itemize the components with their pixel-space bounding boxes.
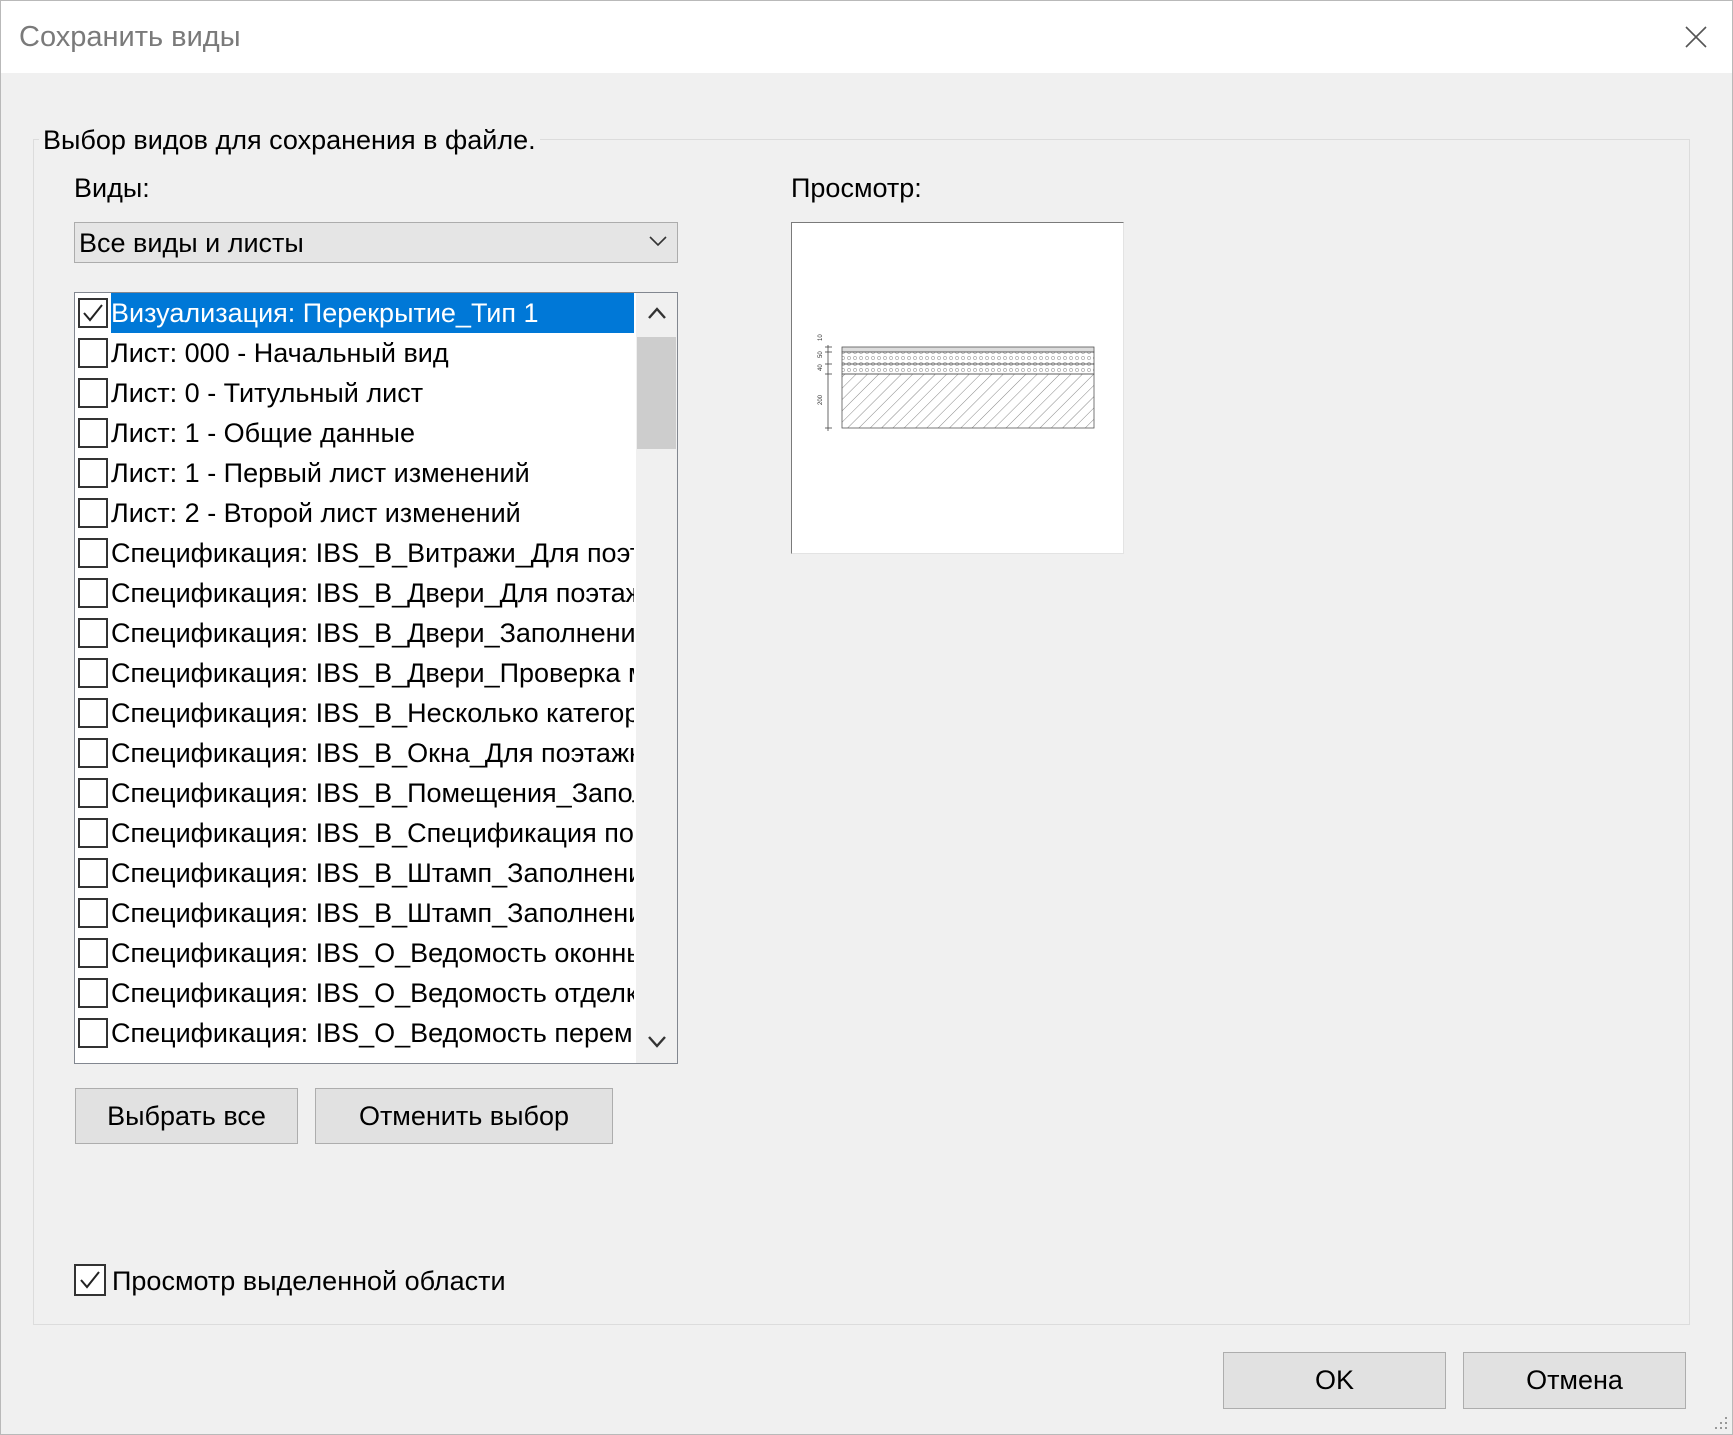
dimension-label: 200 [818, 394, 824, 405]
dimension-label: 40 [818, 364, 824, 371]
ok-button[interactable]: OK [1223, 1352, 1446, 1409]
list-item-label: Спецификация: IBS_В_Штамп_Заполнение [111, 898, 634, 928]
list-item-label: Спецификация: IBS_О_Ведомость отделки [111, 978, 634, 1008]
floor-section-preview: 10 50 40 200 [818, 334, 1095, 431]
item-checkbox[interactable] [78, 978, 108, 1008]
list-item[interactable]: Спецификация: IBS_О_Ведомость отделки [75, 973, 634, 1013]
checkbox[interactable] [74, 1264, 106, 1296]
resize-grip-icon[interactable] [1714, 1416, 1728, 1430]
item-checkbox[interactable] [78, 298, 108, 328]
list-item-label: Спецификация: IBS_В_Двери_Заполнение [111, 618, 634, 648]
list-item-label: Спецификация: IBS_В_Окна_Для поэтажны [111, 738, 634, 768]
list-item-label: Спецификация: IBS_В_Помещения_Заполн [111, 778, 634, 808]
list-item[interactable]: Лист: 0 - Титульный лист [75, 373, 634, 413]
list-item[interactable]: Лист: 000 - Начальный вид [75, 333, 634, 373]
list-item[interactable]: Лист: 1 - Общие данные [75, 413, 634, 453]
item-checkbox[interactable] [78, 898, 108, 928]
views-filter-value: Все виды и листы [79, 228, 304, 258]
list-item[interactable]: Спецификация: IBS_О_Ведомость оконных [75, 933, 634, 973]
checkmark-icon [80, 1271, 100, 1289]
list-item[interactable]: Спецификация: IBS_В_Двери_Проверка ма [75, 653, 634, 693]
preview-selection-label: Просмотр выделенной области [112, 1266, 506, 1296]
list-item[interactable]: Визуализация: Перекрытие_Тип 1 [75, 293, 634, 333]
group-caption: Выбор видов для сохранения в файле. [39, 125, 540, 156]
close-button[interactable] [1660, 1, 1732, 73]
vertical-scrollbar[interactable] [636, 293, 677, 1063]
list-item-label: Спецификация: IBS_В_Штамп_Заполнение [111, 858, 634, 888]
window-title: Сохранить виды [19, 21, 241, 53]
scroll-thumb[interactable] [637, 337, 676, 449]
list-item-label: Спецификация: IBS_В_Двери_Проверка ма [111, 658, 634, 688]
list-item-label: Лист: 1 - Первый лист изменений [111, 458, 530, 488]
list-item[interactable]: Спецификация: IBS_В_Спецификация поме [75, 813, 634, 853]
list-item[interactable]: Спецификация: IBS_О_Ведомость перемы [75, 1013, 634, 1053]
views-filter-dropdown[interactable]: Все виды и листы [74, 222, 678, 263]
preview-pane: 10 50 40 200 [791, 222, 1124, 554]
item-checkbox[interactable] [78, 1018, 108, 1048]
item-checkbox[interactable] [78, 498, 108, 528]
list-item-label: Лист: 000 - Начальный вид [111, 338, 449, 368]
item-checkbox[interactable] [78, 418, 108, 448]
dimension-label: 50 [818, 351, 824, 358]
scroll-down-button[interactable] [636, 1022, 677, 1063]
list-item-label: Лист: 2 - Второй лист изменений [111, 498, 521, 528]
scroll-up-button[interactable] [636, 293, 677, 334]
item-checkbox[interactable] [78, 698, 108, 728]
checkmark-icon [83, 304, 103, 322]
save-views-dialog: Сохранить виды Выбор видов для сохранени… [0, 0, 1733, 1435]
item-checkbox[interactable] [78, 738, 108, 768]
chevron-down-icon [648, 1036, 666, 1048]
item-checkbox[interactable] [78, 818, 108, 848]
item-checkbox[interactable] [78, 858, 108, 888]
chevron-down-icon [649, 236, 667, 247]
item-checkbox[interactable] [78, 538, 108, 568]
item-checkbox[interactable] [78, 938, 108, 968]
views-label: Виды: [74, 173, 150, 203]
item-checkbox[interactable] [78, 578, 108, 608]
list-item[interactable]: Лист: 2 - Второй лист изменений [75, 493, 634, 533]
list-item[interactable]: Спецификация: IBS_В_Двери_Для поэтажн [75, 573, 634, 613]
item-checkbox[interactable] [78, 778, 108, 808]
title-bar: Сохранить виды [1, 1, 1732, 73]
list-item[interactable]: Спецификация: IBS_В_Двери_Заполнение [75, 613, 634, 653]
list-item-label: Лист: 1 - Общие данные [111, 418, 415, 448]
list-item[interactable]: Лист: 1 - Первый лист изменений [75, 453, 634, 493]
views-checklist[interactable]: Визуализация: Перекрытие_Тип 1 Лист: 000 … [74, 292, 678, 1064]
views-list-items: Визуализация: Перекрытие_Тип 1 Лист: 000 … [75, 293, 634, 1063]
list-item[interactable]: Спецификация: IBS_В_Штамп_Заполнение [75, 853, 634, 893]
list-item-label: Спецификация: IBS_В_Спецификация поме [111, 818, 634, 848]
list-item-label: Спецификация: IBS_В_Двери_Для поэтажн [111, 578, 634, 608]
list-item-label: Спецификация: IBS_В_Витражи_Для поэта [111, 538, 634, 568]
list-item-label: Лист: 0 - Титульный лист [111, 378, 424, 408]
item-checkbox[interactable] [78, 378, 108, 408]
dimension-label: 10 [818, 334, 824, 341]
chevron-up-icon [648, 307, 666, 319]
list-item-label: Спецификация: IBS_О_Ведомость оконных [111, 938, 634, 968]
list-item[interactable]: Спецификация: IBS_В_Несколько категорий [75, 693, 634, 733]
list-item-label: Спецификация: IBS_О_Ведомость перемы [111, 1018, 634, 1048]
list-item[interactable]: Спецификация: IBS_В_Штамп_Заполнение [75, 893, 634, 933]
select-all-button[interactable]: Выбрать все [75, 1088, 298, 1144]
list-item[interactable]: Спецификация: IBS_В_Витражи_Для поэта [75, 533, 634, 573]
item-checkbox[interactable] [78, 618, 108, 648]
list-item-label: Визуализация: Перекрытие_Тип 1 [111, 293, 634, 333]
list-item-label: Спецификация: IBS_В_Несколько категорий [111, 698, 634, 728]
list-item[interactable]: Спецификация: IBS_В_Помещения_Заполн [75, 773, 634, 813]
item-checkbox[interactable] [78, 458, 108, 488]
item-checkbox[interactable] [78, 658, 108, 688]
close-icon [1685, 26, 1707, 48]
list-item[interactable]: Спецификация: IBS_В_Окна_Для поэтажны [75, 733, 634, 773]
preview-label: Просмотр: [791, 173, 922, 203]
deselect-all-button[interactable]: Отменить выбор [315, 1088, 613, 1144]
item-checkbox[interactable] [78, 338, 108, 368]
cancel-button[interactable]: Отмена [1463, 1352, 1686, 1409]
